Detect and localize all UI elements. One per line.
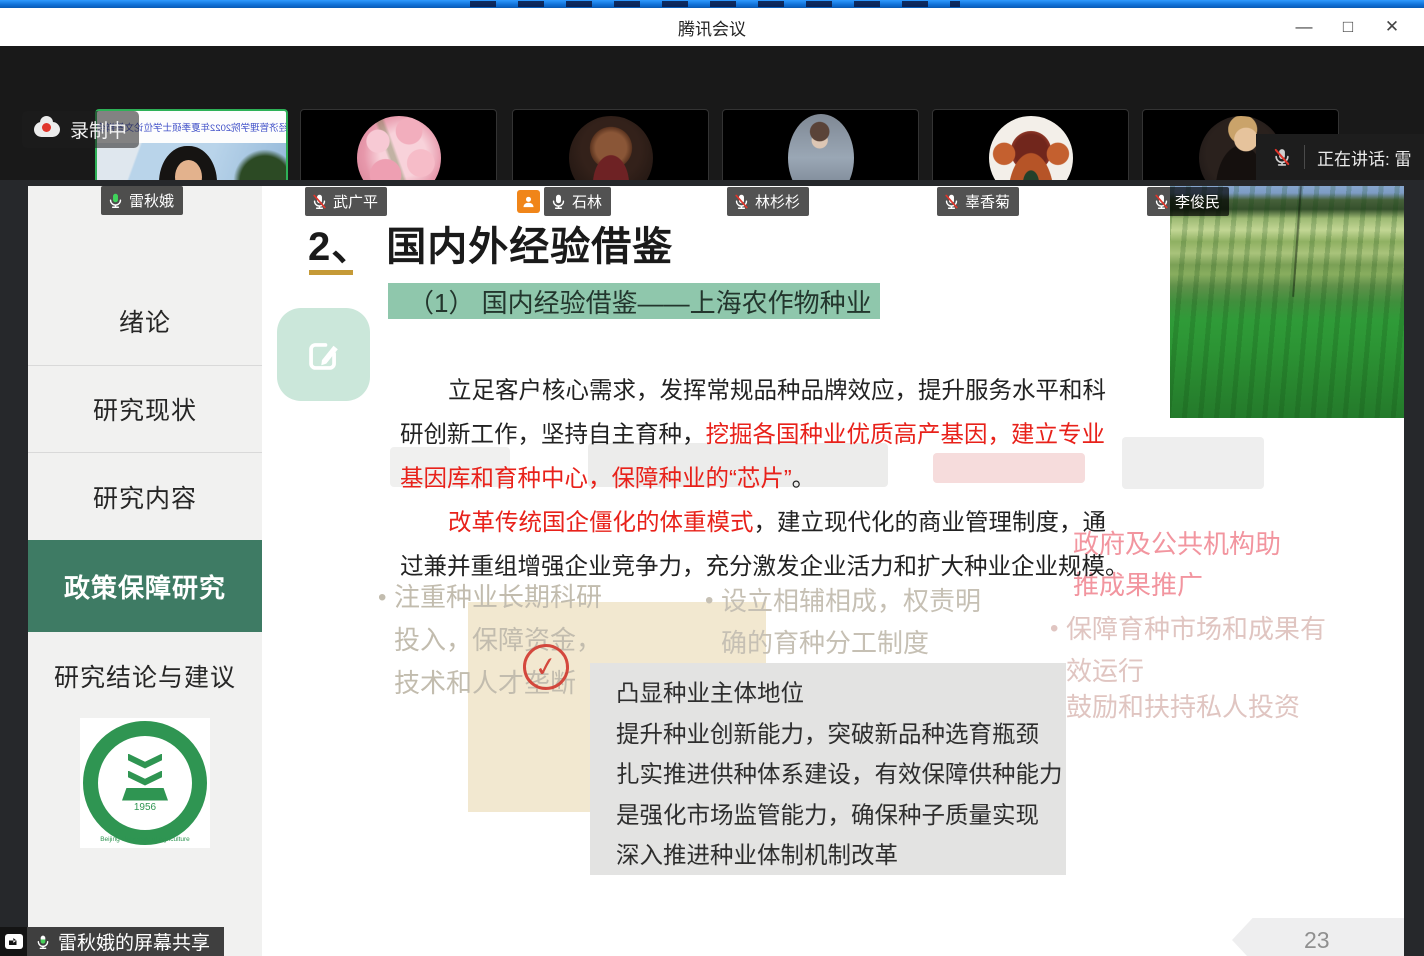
para-text-red: 挖掘各国种业优质高产基因，建立专业 (706, 421, 1106, 447)
para-text: 。 (792, 465, 816, 491)
mic-on-icon (107, 192, 124, 209)
checklist-box: 凸显种业主体地位 提升种业创新能力，突破新品种选育瓶颈 扎实推进供种体系建设，有… (590, 663, 1066, 875)
slide-title-number: 2、 (308, 225, 372, 269)
name-tag: 武广平 (305, 187, 387, 216)
name-tag: 辜香菊 (937, 187, 1019, 216)
bullet-line: 保障育种市场和成果有 (1066, 608, 1326, 650)
bullet-line: 投入，保障资金， (394, 619, 602, 662)
name-tag: 石林 (544, 187, 611, 216)
body-paragraphs: 立足客户核心需求，发挥常规品种品牌效应，提升服务水平和科 研创新工作，坚持自主育… (400, 368, 1140, 588)
check-glyph: ✓ (533, 650, 560, 684)
window-controls: — □ ✕ (1282, 8, 1414, 46)
minimize-button[interactable]: — (1282, 8, 1326, 46)
participant-name: 李俊民 (1175, 191, 1220, 212)
background-window-strip (0, 0, 1424, 8)
title-underline (309, 270, 353, 275)
para-text-red: 基因库和育种中心，保障种业的“芯片” (400, 465, 792, 491)
logo-university-name: Beijing University of Agriculture (98, 836, 192, 843)
bullet-middle: • 设立相辅相成，权责明 确的育种分工制度 (705, 580, 985, 664)
participant-name: 辜香菊 (965, 191, 1010, 212)
shared-slide: 绪论 研究现状 研究内容 政策保障研究 研究结论与建议 1956 Beijing… (28, 186, 1404, 956)
mic-level-icon (35, 934, 51, 950)
speaking-indicator: 正在讲话: 雷 (1256, 134, 1424, 180)
bullet-line: 设立相辅相成，权责明 (721, 580, 981, 622)
university-logo: 1956 Beijing University of Agriculture (80, 718, 210, 848)
sidebar-item-research-status: 研究现状 (28, 365, 262, 452)
share-icon-square (0, 927, 27, 956)
participant-name: 武广平 (333, 191, 378, 212)
share-label-bar: 雷秋娥的屏幕共享 (27, 927, 224, 956)
page-number: 23 (1304, 927, 1330, 954)
app-title: 腾讯会议 (678, 15, 746, 40)
para-text-red: 改革传统国企僵化的体重模式 (448, 509, 754, 535)
faded-box (1122, 437, 1264, 489)
titlebar: 腾讯会议 — □ ✕ (0, 8, 1424, 46)
sidebar-item-research-content: 研究内容 (28, 452, 262, 540)
name-tag: 雷秋娥 (101, 186, 183, 215)
name-tag: 李俊民 (1147, 187, 1229, 216)
bullet-dot: • (705, 580, 721, 664)
mic-muted-icon (311, 193, 328, 210)
checklist-line: 扎实推进供种体系建设，有效保障供种能力 (616, 754, 1066, 795)
farm-pole (1292, 186, 1302, 297)
bullet-line: 鼓励和扶持私人投资 (1066, 686, 1300, 728)
bullet-line: 确的育种分工制度 (721, 622, 981, 664)
checklist-line: 深入推进种业体制机制改革 (616, 835, 1066, 876)
para-text: 研创新工作，坚持自主育种， (400, 421, 706, 447)
screen-share-stage: 绪论 研究现状 研究内容 政策保障研究 研究结论与建议 1956 Beijing… (0, 180, 1424, 956)
logo-chevron (128, 754, 162, 769)
logo-book-shape (122, 788, 168, 801)
bullet-line: 注重种业长期科研 (394, 576, 602, 619)
mic-muted-icon (1272, 147, 1292, 167)
name-tag: 林杉杉 (727, 187, 809, 216)
checklist-line: 凸显种业主体地位 (616, 673, 1066, 714)
slide-title: 2、国内外经验借鉴 (308, 214, 673, 272)
university-logo-ring: 1956 Beijing University of Agriculture (83, 721, 207, 845)
farm-photo (1170, 186, 1404, 418)
edit-icon (277, 308, 370, 401)
logo-year: 1956 (134, 803, 156, 813)
screen-share-bar: 雷秋娥的屏幕共享 (0, 927, 224, 956)
slide-title-text: 国内外经验借鉴 (386, 225, 673, 269)
screen-share-icon (5, 934, 23, 949)
maximize-button[interactable]: □ (1326, 8, 1370, 46)
checklist-line: 提升种业创新能力，突破新品种选育瓶颈 (616, 714, 1066, 755)
para-text: ，建立现代化的商业管理制度，通 (754, 509, 1107, 535)
page-number-pennant: 23 (1232, 918, 1404, 956)
checklist-line: 是强化市场监管能力，确保种子质量实现 (616, 795, 1066, 836)
participant-strip: 经济管理学院2022年夏季硕士学位论文答辩会 雷秋娥 武广平 (0, 46, 1424, 180)
sidebar-item-conclusion: 研究结论与建议 (28, 632, 262, 720)
close-button[interactable]: ✕ (1370, 8, 1414, 46)
participant-name: 雷秋娥 (129, 190, 174, 211)
participant-name: 林杉杉 (755, 191, 800, 212)
pink-bullet-2: • 鼓励和扶持私人投资 (1050, 686, 1330, 728)
recording-label: 录制中 (70, 116, 127, 143)
presenter-badge-icon (517, 190, 540, 213)
recording-red-dot (42, 123, 51, 132)
mic-muted-icon (733, 193, 750, 210)
participant-name: 石林 (572, 191, 602, 212)
para-text: 立足客户核心需求，发挥常规品种品牌效应，提升服务水平和科 (448, 377, 1106, 403)
mic-muted-icon (1153, 193, 1170, 210)
recording-indicator: 录制中 (22, 111, 139, 148)
pink-bullet-1: • 保障育种市场和成果有 效运行 (1050, 608, 1330, 692)
vertical-divider (1304, 145, 1305, 169)
recording-cloud-icon (34, 122, 60, 137)
background-window-text-marks (470, 1, 960, 7)
slide-subtitle: （1） 国内经验借鉴——上海农作物种业 (388, 283, 880, 319)
bullet-dot: • (378, 576, 394, 705)
share-label: 雷秋娥的屏幕共享 (58, 928, 210, 955)
speaking-label: 正在讲话: 雷 (1317, 145, 1411, 170)
bullet-line: 技术和人才垄断 (394, 662, 602, 705)
mic-on-icon (550, 193, 567, 210)
mic-muted-icon (943, 193, 960, 210)
sidebar-item-policy-active: 政策保障研究 (28, 540, 262, 632)
sidebar-item-intro: 绪论 (28, 276, 262, 365)
slide-sidebar: 绪论 研究现状 研究内容 政策保障研究 研究结论与建议 1956 Beijing… (28, 186, 262, 956)
logo-chevron (128, 771, 162, 786)
